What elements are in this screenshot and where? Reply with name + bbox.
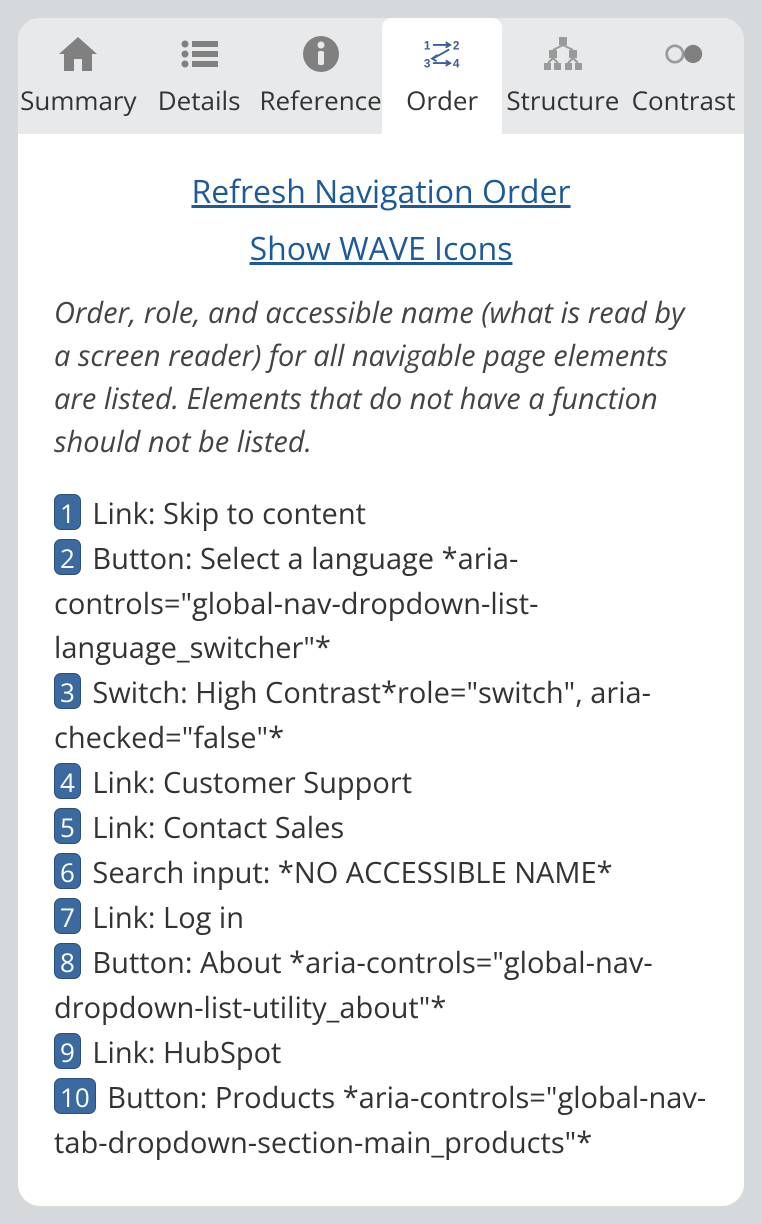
list-item: 8 Button: About *aria-controls="global-n… (54, 941, 708, 1031)
order-number-badge: 8 (54, 943, 81, 979)
order-text: Button: Products *aria-controls="global-… (54, 1078, 706, 1162)
order-text: Link: HubSpot (92, 1033, 281, 1072)
info-icon (301, 34, 341, 74)
home-icon (58, 34, 98, 74)
order-text: Link: Contact Sales (92, 808, 344, 847)
order-icon: 1 2 3 4 (422, 34, 462, 74)
order-number-badge: 5 (54, 808, 81, 844)
svg-text:1: 1 (424, 38, 431, 52)
list-item: 3 Switch: High Contrast*role="switch", a… (54, 671, 708, 761)
tab-details[interactable]: Details (139, 18, 260, 134)
order-text: Link: Customer Support (92, 763, 412, 802)
order-number-badge: 3 (54, 673, 81, 709)
list-item: 2 Button: Select a language *aria-contro… (54, 537, 708, 672)
order-number-badge: 10 (54, 1078, 96, 1114)
svg-text:4: 4 (453, 57, 460, 71)
tab-structure[interactable]: Structure (502, 18, 623, 134)
order-number-badge: 7 (54, 898, 81, 934)
order-text: Button: About *aria-controls="global-nav… (54, 943, 653, 1027)
order-description: Order, role, and accessible name (what i… (54, 292, 708, 464)
list-item: 1 Link: Skip to content (54, 492, 708, 537)
tab-label: Details (158, 82, 241, 118)
list-item: 10 Button: Products *aria-controls="glob… (54, 1076, 708, 1166)
tab-summary[interactable]: Summary (18, 18, 139, 134)
list-item: 5 Link: Contact Sales (54, 806, 708, 851)
order-number-badge: 1 (54, 494, 81, 530)
tab-contrast[interactable]: Contrast (623, 18, 744, 134)
wave-panel: Summary Details (18, 18, 744, 1206)
tab-label: Structure (506, 82, 619, 118)
structure-icon (543, 34, 583, 74)
tab-label: Order (406, 82, 478, 118)
navigation-order-list: 1 Link: Skip to content 2 Button: Select… (54, 492, 708, 1166)
show-wave-icons-link[interactable]: Show WAVE Icons (250, 227, 513, 270)
list-icon (179, 34, 219, 74)
tab-content: Refresh Navigation Order Show WAVE Icons… (18, 134, 744, 1206)
list-item: 6 Search input: *NO ACCESSIBLE NAME* (54, 851, 708, 896)
svg-text:3: 3 (424, 57, 431, 71)
order-text: Link: Skip to content (92, 494, 366, 533)
order-text: Search input: *NO ACCESSIBLE NAME* (92, 853, 612, 892)
order-text: Switch: High Contrast*role="switch", ari… (54, 673, 651, 757)
order-number-badge: 2 (54, 539, 81, 575)
tab-order[interactable]: 1 2 3 4 Order (382, 18, 503, 134)
list-item: 9 Link: HubSpot (54, 1031, 708, 1076)
tab-bar: Summary Details (18, 18, 744, 134)
order-text: Button: Select a language *aria-controls… (54, 539, 538, 668)
order-number-badge: 9 (54, 1033, 81, 1069)
tab-label: Contrast (632, 82, 736, 118)
contrast-icon (664, 34, 704, 74)
order-number-badge: 6 (54, 853, 81, 889)
refresh-navigation-order-link[interactable]: Refresh Navigation Order (191, 170, 570, 213)
list-item: 4 Link: Customer Support (54, 761, 708, 806)
tab-label: Summary (20, 82, 136, 118)
order-text: Link: Log in (92, 898, 244, 937)
svg-text:2: 2 (453, 38, 460, 52)
list-item: 7 Link: Log in (54, 896, 708, 941)
tab-label: Reference (260, 82, 382, 118)
tab-reference[interactable]: Reference (260, 18, 382, 134)
order-number-badge: 4 (54, 763, 81, 799)
